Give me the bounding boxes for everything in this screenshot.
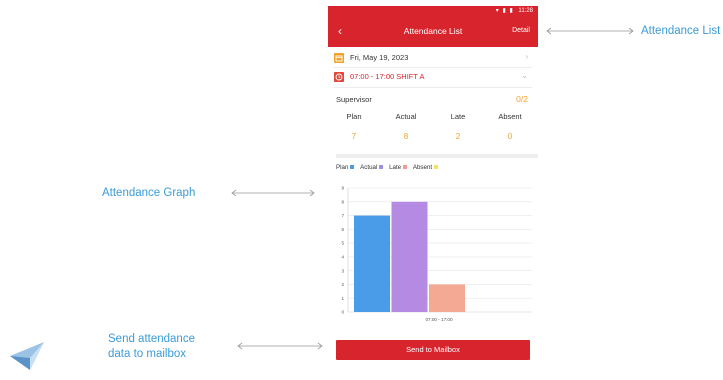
legend-dot-absent: [434, 165, 439, 170]
y-tick-label: 3: [341, 268, 344, 273]
chevron-right-icon: ›: [525, 52, 528, 61]
annotation-attendance-graph: Attendance Graph: [102, 187, 196, 199]
y-tick-label: 6: [341, 227, 344, 232]
bar-plan: [354, 215, 390, 312]
divider: [334, 87, 532, 88]
y-tick-label: 4: [341, 254, 344, 259]
shift-row[interactable]: 07:00 - 17:00 SHIFT A ⌄: [334, 69, 532, 85]
legend-label-actual: Actual: [360, 164, 378, 171]
legend-dot-late: [403, 165, 408, 170]
divider: [334, 67, 532, 68]
annotation-send-mailbox: Send attendance data to mailbox: [108, 332, 195, 362]
legend-item-late: Late: [389, 164, 408, 171]
stat-value-actual: 8: [403, 132, 409, 141]
status-icons: ▾ ▮ ▮: [495, 8, 514, 14]
bar-late: [429, 284, 465, 312]
attendance-bar-chart: 0 1 2 3 4 5 6 7 8 9 07:00 - 17:00: [341, 186, 532, 322]
stat-label-late: Late: [450, 112, 466, 121]
annotation-attendance-list: Attendance List: [641, 25, 721, 37]
y-tick-label: 8: [341, 199, 344, 204]
legend-item-absent: Absent: [412, 164, 439, 171]
legend-item-plan: Plan: [336, 164, 355, 171]
legend-label-absent: Absent: [412, 164, 433, 171]
bar-actual: [391, 201, 428, 312]
arrow-attendance-graph: [231, 189, 315, 197]
x-tick-label: 07:00 - 17:00: [425, 317, 453, 322]
page-title: Attendance List: [403, 26, 463, 36]
section-divider: [336, 154, 538, 158]
send-to-mailbox-button[interactable]: Send to Mailbox: [336, 340, 530, 360]
y-tick-label: 5: [341, 241, 344, 246]
paper-plane-logo-icon: [10, 342, 44, 370]
arrow-send-mailbox: [237, 342, 323, 350]
arrow-attendance-list: [546, 27, 634, 35]
stat-label-plan: Plan: [346, 112, 362, 121]
annotation-send-line1: Send attendance: [108, 333, 195, 345]
y-tick-label: 9: [341, 186, 344, 191]
date-row[interactable]: Fri, May 19, 2023 ›: [334, 50, 532, 66]
supervisor-label: Supervisor: [336, 95, 372, 104]
legend-item-actual: Actual: [360, 164, 384, 171]
status-bar: ▾ ▮ ▮ 11:28: [328, 6, 538, 17]
annotation-send-line2: data to mailbox: [108, 348, 186, 360]
app-header: ‹ Attendance List Detail: [328, 17, 538, 47]
calendar-icon: [334, 53, 344, 63]
phone-screen: ▾ ▮ ▮ 11:28 ‹ Attendance List Detail Fri…: [328, 6, 538, 374]
chart-legend: Plan Actual Late Absent: [336, 164, 442, 171]
legend-label-plan: Plan: [336, 164, 349, 171]
clock-icon: [334, 72, 344, 82]
legend-dot-actual: [379, 165, 384, 170]
stat-value-absent: 0: [507, 132, 513, 141]
y-tick-label: 7: [341, 213, 344, 218]
y-tick-label: 2: [341, 282, 344, 287]
y-tick-label: 0: [341, 310, 344, 315]
stat-value-late: 2: [455, 132, 461, 141]
stat-label-actual: Actual: [395, 112, 417, 121]
stat-value-plan: 7: [351, 132, 357, 141]
shift-text: 07:00 - 17:00 SHIFT A: [350, 72, 425, 81]
supervisor-count: 0/2: [516, 94, 528, 104]
detail-link[interactable]: Detail: [512, 27, 530, 34]
y-tick-label: 1: [341, 296, 344, 301]
stat-label-absent: Absent: [498, 112, 522, 121]
status-time: 11:28: [518, 8, 533, 14]
legend-label-late: Late: [389, 164, 402, 171]
legend-dot-plan: [350, 165, 355, 170]
date-text: Fri, May 19, 2023: [350, 53, 409, 62]
chevron-down-icon: ⌄: [521, 71, 528, 80]
